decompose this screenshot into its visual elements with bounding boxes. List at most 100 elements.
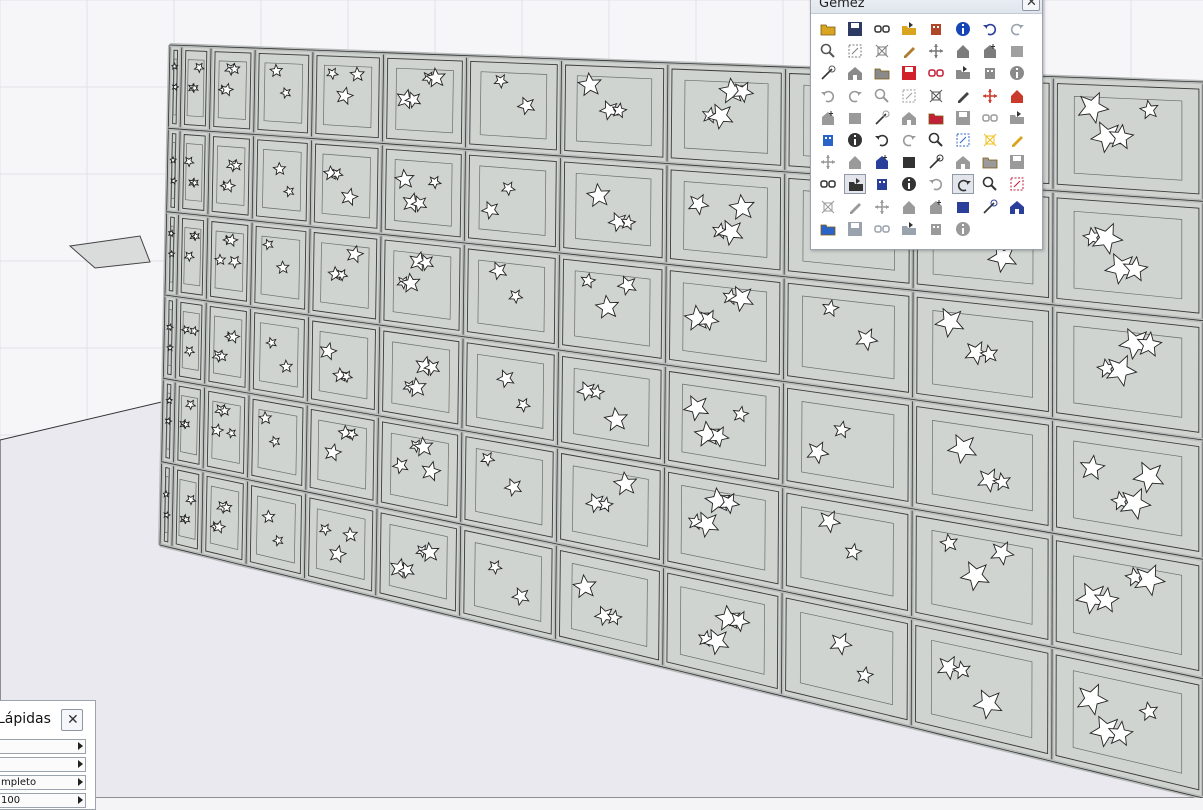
section-box-button[interactable] [844,108,866,128]
copy-box-button[interactable] [871,197,893,217]
section-plane-button[interactable] [871,108,893,128]
axes-button[interactable] [817,219,839,239]
grid-panels-icon [877,179,887,191]
tape-button[interactable] [1006,152,1028,172]
paint-bucket-button[interactable] [817,130,839,150]
materials-button[interactable] [1006,86,1028,106]
camera-button[interactable] [871,130,893,150]
component-gray-button[interactable] [1006,41,1028,61]
panel-close-button[interactable]: ✕ [61,709,83,731]
offset-button[interactable] [925,152,947,172]
paint-palette-button[interactable] [979,86,1001,106]
delete-x-button[interactable] [1006,174,1028,194]
eyedropper-blue-button[interactable] [952,130,974,150]
panel-row-1[interactable] [0,739,86,754]
rotate-plane-button[interactable] [844,152,866,172]
section-fill-button[interactable] [898,108,920,128]
building-arrow-button[interactable] [979,41,1001,61]
fold-button[interactable] [871,152,893,172]
hatch-button[interactable] [844,86,866,106]
component-align-button[interactable] [871,41,893,61]
section-fill-icon [902,111,916,125]
scale-lines-button[interactable] [979,174,1001,194]
star-button[interactable] [979,130,1001,150]
line-pencil-button[interactable] [952,152,974,172]
grid-view-button[interactable] [898,219,920,239]
move-arrows-button[interactable] [925,41,947,61]
palette-close-button[interactable]: ✕ [1022,0,1040,11]
sparkle-pencil-button[interactable] [979,152,1001,172]
vehicle-button[interactable] [952,219,974,239]
grid-panels-button[interactable] [871,174,893,194]
pan-hand-button[interactable] [898,174,920,194]
tape-icon [1010,155,1024,170]
corner-icon [903,200,915,214]
eyedropper-button[interactable] [925,130,947,150]
house-red-button[interactable] [898,63,920,83]
section-display-button[interactable] [952,108,974,128]
freehand-line-button[interactable] [952,174,974,195]
camera-gray-button[interactable] [898,130,920,150]
lapidas-panel[interactable]: Lápidas ✕ mpleto 100 [0,700,96,810]
text-label-button[interactable] [844,174,866,195]
floorplan-icon [928,69,944,78]
house-plus-button[interactable] [871,63,893,83]
panel-row-2[interactable] [0,757,86,772]
eyedropper-icon [928,132,943,147]
paint-palette-icon [983,88,997,103]
push-arrow-button[interactable] [925,197,947,217]
link-chain-button[interactable] [871,19,893,39]
toolbar-palette[interactable]: Gemez ✕ [810,0,1043,250]
undo-button[interactable] [979,19,1001,39]
stairs-button[interactable] [871,86,893,106]
house-arrow-button[interactable] [952,41,974,61]
terrain-button[interactable] [817,86,839,106]
window-layers-button[interactable] [1006,130,1028,150]
glass-panel [311,320,376,411]
monitor-image-button[interactable] [844,130,866,150]
zoom-extents-button[interactable] [1006,197,1028,217]
camera-gray-icon [902,134,916,147]
section-cut-button[interactable] [817,108,839,128]
stairs-icon [874,88,889,103]
save-disk-button[interactable] [844,19,866,39]
fog-grid-button[interactable] [871,219,893,239]
door-button[interactable] [898,86,920,106]
panel-row-4[interactable]: 100 [0,793,86,808]
zoom-window-button[interactable] [979,197,1001,217]
wall-button[interactable] [952,63,974,83]
dimension-button[interactable] [817,174,839,194]
info-button[interactable] [952,19,974,39]
layers-stack-button[interactable] [952,86,974,106]
house-button[interactable] [844,63,866,83]
figure-button[interactable] [925,219,947,239]
section-toggle-button[interactable] [979,108,1001,128]
pushpull-button[interactable] [898,152,920,172]
corner-button[interactable] [898,197,920,217]
component-select-button[interactable] [844,41,866,61]
dot-red-button[interactable] [925,108,947,128]
explode-button[interactable] [979,63,1001,83]
section-toggle-icon [982,114,998,122]
redo-button[interactable] [1006,19,1028,39]
magic-wand-button[interactable] [817,63,839,83]
landscape-image-button[interactable] [1006,63,1028,83]
shadow-grid-button[interactable] [844,219,866,239]
scene-button[interactable] [1006,108,1028,128]
find-object-button[interactable] [817,41,839,61]
floorplan-button[interactable] [925,63,947,83]
building-export-button[interactable] [925,19,947,39]
pen-edit-button[interactable] [898,41,920,61]
panel-row-3[interactable]: mpleto [0,775,86,790]
extrude-button[interactable] [817,197,839,217]
palette-titlebar[interactable]: Gemez ✕ [811,0,1042,14]
zoom-button[interactable] [952,197,974,217]
layers-button[interactable] [925,86,947,106]
move-cross-button[interactable] [844,197,866,217]
move-cross-icon [850,202,861,214]
folder-open-button[interactable] [817,19,839,39]
glass-panel [249,485,303,575]
import-folder-button[interactable] [898,19,920,39]
rotate-object-button[interactable] [817,152,839,172]
view-box-button[interactable] [925,174,947,194]
